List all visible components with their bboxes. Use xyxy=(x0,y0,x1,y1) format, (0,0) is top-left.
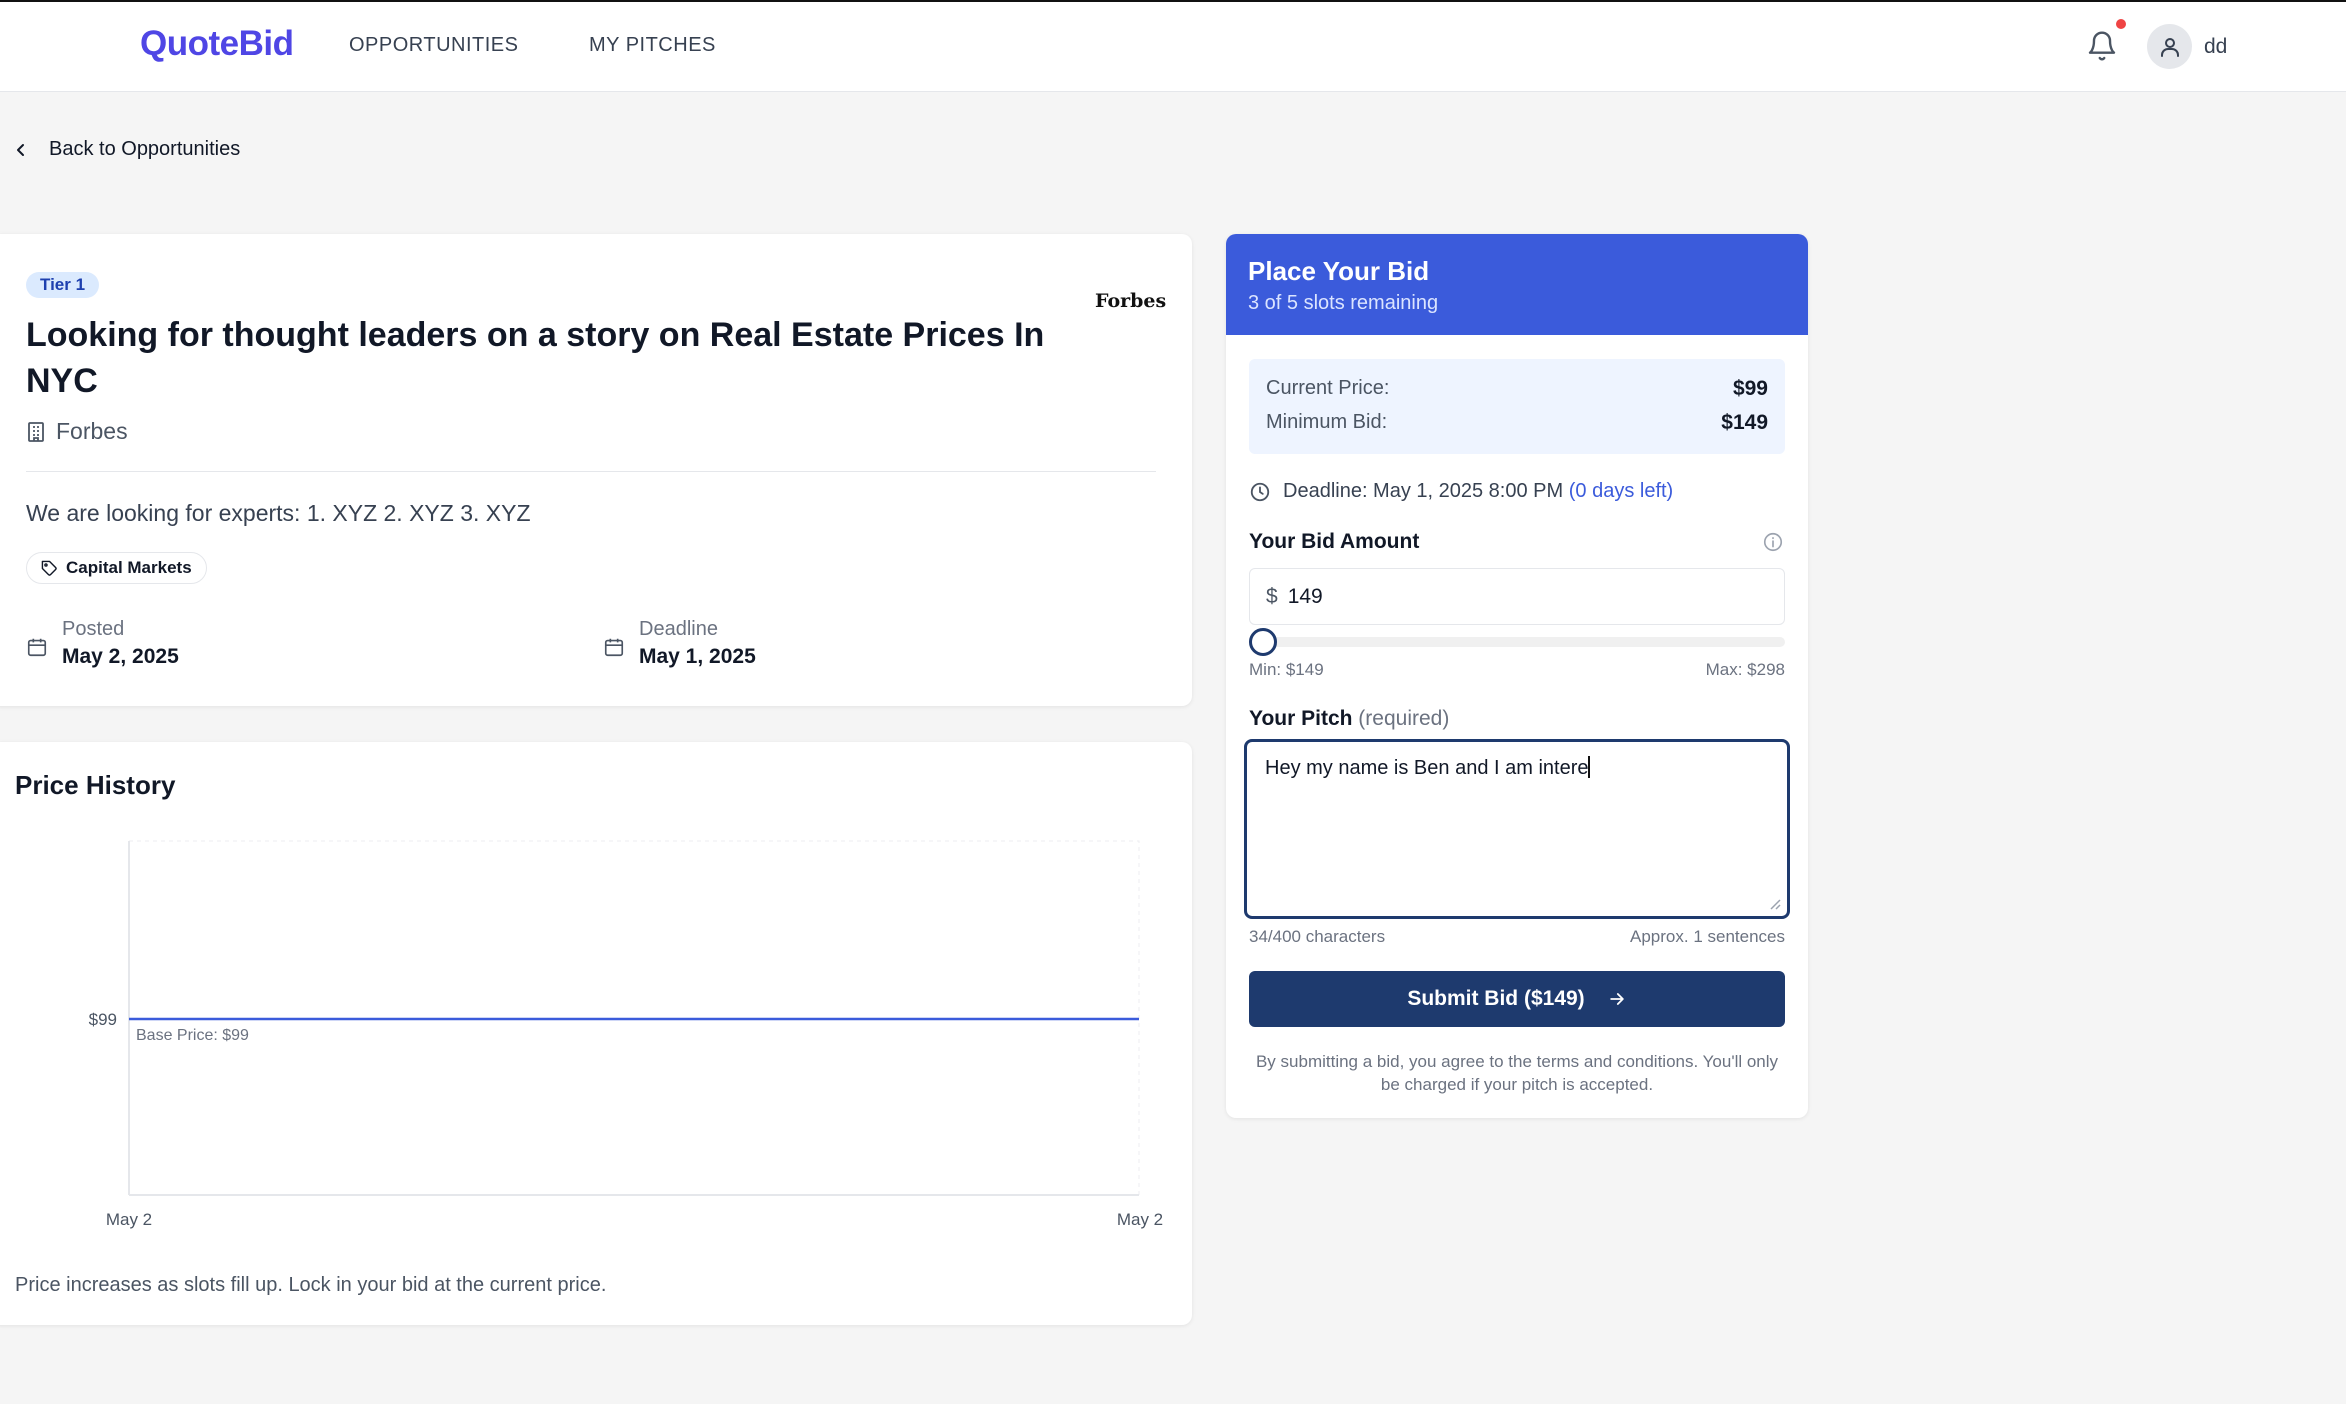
terms-text: By submitting a bid, you agree to the te… xyxy=(1255,1052,1779,1094)
bid-amount-value: 149 xyxy=(1287,584,1323,608)
base-price-annotation: Base Price: $99 xyxy=(136,1027,249,1044)
bid-deadline: Deadline: May 1, 2025 8:00 PM (0 days le… xyxy=(1249,480,1673,503)
sentence-count: Approx. 1 sentences xyxy=(1630,927,1785,946)
slots-remaining: 3 of 5 slots remaining xyxy=(1248,292,1439,314)
current-price-label: Current Price: xyxy=(1266,377,1390,399)
outlet-name: Forbes xyxy=(56,418,128,444)
page: QuoteBid OPPORTUNITIES MY PITCHES dd Bac… xyxy=(0,0,2346,1404)
top-nav: QuoteBid OPPORTUNITIES MY PITCHES dd xyxy=(0,2,2346,92)
opportunity-description: We are looking for experts: 1. XYZ 2. XY… xyxy=(26,500,531,526)
x-tick-label: May 2 xyxy=(106,1210,152,1229)
y-tick-label: $99 xyxy=(89,1010,117,1029)
current-price-row: Current Price: $99 xyxy=(1266,377,1768,401)
outlet-row: Forbes xyxy=(26,418,128,445)
slider-max-label: Max: $298 xyxy=(1705,660,1785,679)
tier-badge: Tier 1 xyxy=(26,272,100,298)
deadline-label: Deadline xyxy=(639,618,718,640)
minimum-bid-value: $149 xyxy=(1721,411,1768,434)
price-history-card: Price History $99 Base Price: $99 May 2 May… xyxy=(0,742,1192,1325)
bid-amount-label: Your Bid Amount xyxy=(1249,530,1420,553)
posted-label: Posted xyxy=(62,618,125,640)
user-icon xyxy=(2160,37,2179,57)
price-history-note: Price increases as slots fill up. Lock i… xyxy=(15,1274,607,1296)
deadline-date: May 1, 2025 xyxy=(639,645,756,668)
opportunity-title: Looking for thought leaders on a story o… xyxy=(26,316,1045,400)
bid-slider-track[interactable] xyxy=(1249,637,1785,647)
price-summary: Current Price: $99 Minimum Bid: $149 xyxy=(1249,359,1785,454)
info-icon[interactable] xyxy=(1762,531,1784,553)
text-caret xyxy=(1588,756,1591,778)
bid-header: Place Your Bid 3 of 5 slots remaining xyxy=(1226,234,1808,335)
bid-card: Place Your Bid 3 of 5 slots remaining Cu… xyxy=(1226,234,1808,1118)
back-link-label: Back to Opportunities xyxy=(49,138,241,160)
nav-opportunities[interactable]: OPPORTUNITIES xyxy=(349,34,519,57)
calendar-icon xyxy=(604,638,624,657)
nav-my-pitches[interactable]: MY PITCHES xyxy=(589,34,716,57)
currency-symbol: $ xyxy=(1266,584,1278,608)
posted-date: May 2, 2025 xyxy=(62,645,179,668)
username[interactable]: dd xyxy=(2204,35,2227,59)
calendar-icon xyxy=(27,638,47,657)
chevron-left-icon xyxy=(17,143,24,156)
bell-icon[interactable] xyxy=(2086,28,2118,64)
divider xyxy=(26,471,1156,472)
tag-chip[interactable]: Capital Markets xyxy=(26,552,207,584)
deadline-meta: Deadline May 1, 2025 xyxy=(603,618,756,669)
pitch-textarea[interactable]: Hey my name is Ben and I am intere xyxy=(1244,739,1790,919)
minimum-bid-label: Minimum Bid: xyxy=(1266,411,1388,433)
outlet-logo: Forbes xyxy=(1095,290,1167,312)
resize-handle-icon[interactable] xyxy=(1767,896,1781,910)
building-icon xyxy=(28,421,44,442)
pitch-text: Hey my name is Ben and I am intere xyxy=(1265,757,1589,779)
pitch-label: Your Pitch (required) xyxy=(1249,707,1450,730)
tag-icon xyxy=(41,560,57,576)
back-link[interactable]: Back to Opportunities xyxy=(15,138,240,161)
notification-dot xyxy=(2116,19,2126,29)
bid-title: Place Your Bid xyxy=(1248,256,1430,286)
logo[interactable]: QuoteBid xyxy=(140,24,294,64)
submit-bid-label: Submit Bid ($149) xyxy=(1407,987,1585,1010)
price-history-chart: $99 Base Price: $99 May 2 May 2 xyxy=(89,840,1163,1229)
char-count: 34/400 characters xyxy=(1249,927,1386,946)
current-price-value: $99 xyxy=(1732,377,1768,400)
minimum-bid-row: Minimum Bid: $149 xyxy=(1266,411,1768,435)
bid-slider-thumb[interactable] xyxy=(1249,628,1277,656)
x-tick-label: May 2 xyxy=(1117,1210,1163,1229)
submit-bid-button[interactable]: Submit Bid ($149) xyxy=(1249,971,1785,1027)
slider-min-label: Min: $149 xyxy=(1249,660,1324,679)
days-left: (0 days left) xyxy=(1568,480,1674,502)
bid-amount-input[interactable]: $ 149 xyxy=(1249,568,1785,625)
pitch-required: (required) xyxy=(1358,707,1450,730)
tag-label: Capital Markets xyxy=(66,558,192,577)
opportunity-card: Tier 1 Forbes Looking for thought leader… xyxy=(0,234,1192,706)
avatar[interactable] xyxy=(2147,24,2192,69)
posted-meta: Posted May 2, 2025 xyxy=(26,618,179,669)
arrow-right-icon xyxy=(1609,993,1624,1005)
deadline-text: Deadline: May 1, 2025 8:00 PM xyxy=(1283,480,1564,502)
clock-icon xyxy=(1250,482,1270,501)
